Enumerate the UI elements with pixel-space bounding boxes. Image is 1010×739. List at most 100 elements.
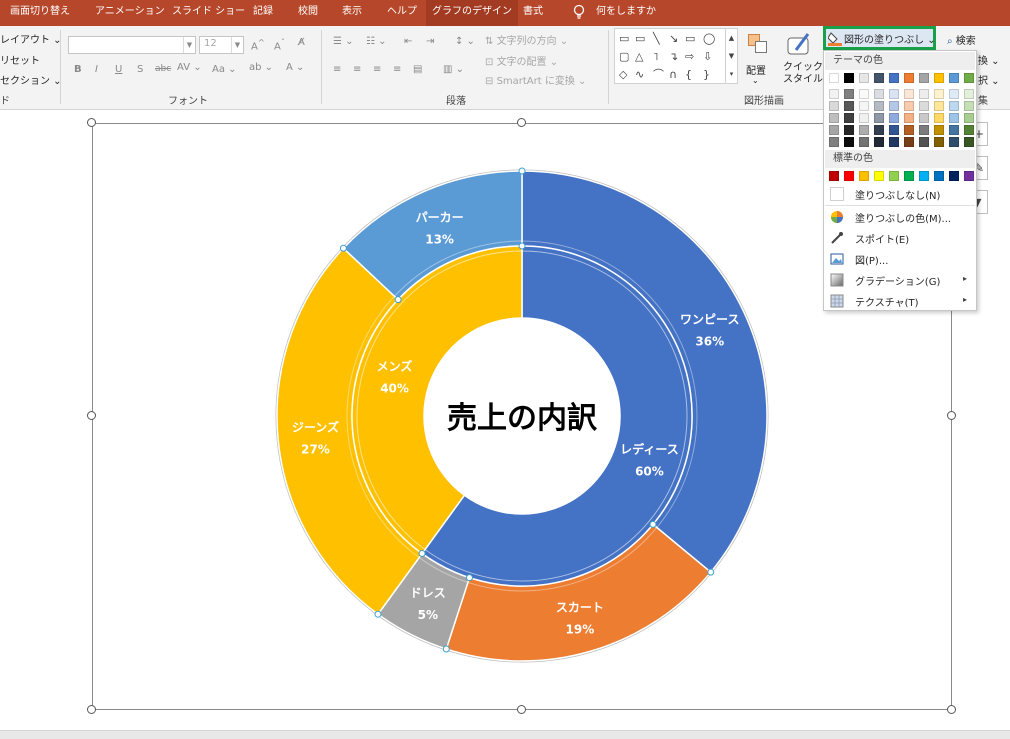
theme-color-swatch[interactable] xyxy=(904,73,914,83)
theme-shade-swatch[interactable] xyxy=(904,89,914,99)
standard-colors-header: 標準の色 xyxy=(825,150,975,168)
theme-shade-swatch[interactable] xyxy=(859,101,869,111)
theme-color-swatch[interactable] xyxy=(859,73,869,83)
theme-shade-swatch[interactable] xyxy=(829,113,839,123)
theme-shade-swatch[interactable] xyxy=(919,101,929,111)
theme-shade-swatch[interactable] xyxy=(919,113,929,123)
theme-shade-swatch[interactable] xyxy=(919,89,929,99)
theme-shade-swatch[interactable] xyxy=(829,125,839,135)
theme-shade-swatch[interactable] xyxy=(829,89,839,99)
standard-color-swatch[interactable] xyxy=(934,171,944,181)
no-fill-item[interactable]: 塗りつぶしなし(N) xyxy=(825,184,975,204)
fill-menu-item-label: テクスチャ(T) xyxy=(855,298,919,309)
theme-shade-swatch[interactable] xyxy=(889,125,899,135)
eyedropper-icon xyxy=(831,232,843,244)
standard-color-swatch[interactable] xyxy=(949,171,959,181)
theme-shade-swatch[interactable] xyxy=(964,101,974,111)
fill-menu-item-label: 図(P)... xyxy=(855,256,889,267)
theme-color-swatch[interactable] xyxy=(889,73,899,83)
theme-shade-swatch[interactable] xyxy=(859,137,869,147)
segment-handle[interactable] xyxy=(374,610,382,618)
standard-color-swatch[interactable] xyxy=(874,171,884,181)
theme-shade-swatch[interactable] xyxy=(919,137,929,147)
standard-color-swatch[interactable] xyxy=(889,171,899,181)
theme-shade-swatch[interactable] xyxy=(904,101,914,111)
fill-menu-item[interactable]: 塗りつぶしの色(M)... xyxy=(825,207,975,227)
theme-shade-swatch[interactable] xyxy=(964,89,974,99)
theme-shade-swatch[interactable] xyxy=(964,125,974,135)
standard-color-swatch[interactable] xyxy=(859,171,869,181)
gradient-icon xyxy=(830,273,844,287)
theme-shade-swatch[interactable] xyxy=(889,101,899,111)
segment-handle[interactable] xyxy=(707,568,715,576)
theme-shade-swatch[interactable] xyxy=(949,113,959,123)
theme-shade-swatch[interactable] xyxy=(874,125,884,135)
theme-shade-swatch[interactable] xyxy=(934,137,944,147)
standard-color-swatch[interactable] xyxy=(904,171,914,181)
theme-shade-swatch[interactable] xyxy=(949,89,959,99)
theme-colors-header: テーマの色 xyxy=(825,52,975,70)
theme-shade-swatch[interactable] xyxy=(904,113,914,123)
theme-color-swatch[interactable] xyxy=(844,73,854,83)
theme-color-swatch[interactable] xyxy=(949,73,959,83)
segment-handle[interactable] xyxy=(442,645,450,653)
segment-handle[interactable] xyxy=(465,574,473,582)
theme-color-swatch[interactable] xyxy=(964,73,974,83)
theme-shade-swatch[interactable] xyxy=(844,113,854,123)
theme-shade-swatch[interactable] xyxy=(859,113,869,123)
theme-shade-swatch[interactable] xyxy=(829,137,839,147)
status-strip xyxy=(0,730,1010,739)
theme-shade-swatch[interactable] xyxy=(889,89,899,99)
fill-menu-item[interactable]: 図(P)... xyxy=(825,249,975,269)
theme-shade-swatch[interactable] xyxy=(874,137,884,147)
theme-color-swatch[interactable] xyxy=(829,73,839,83)
theme-shade-swatch[interactable] xyxy=(934,113,944,123)
segment-handle[interactable] xyxy=(518,167,526,175)
standard-color-swatch[interactable] xyxy=(964,171,974,181)
segment-handle[interactable] xyxy=(649,520,657,528)
theme-shade-swatch[interactable] xyxy=(934,125,944,135)
segment-handle[interactable] xyxy=(339,244,347,252)
segment-handle[interactable] xyxy=(394,296,402,304)
fill-menu-item[interactable]: グラデーション(G) ▸ xyxy=(825,270,975,290)
theme-shade-swatch[interactable] xyxy=(844,125,854,135)
standard-color-swatch[interactable] xyxy=(844,171,854,181)
theme-shade-swatch[interactable] xyxy=(844,137,854,147)
theme-shade-swatch[interactable] xyxy=(859,89,869,99)
theme-shade-swatch[interactable] xyxy=(949,101,959,111)
theme-shade-swatch[interactable] xyxy=(859,125,869,135)
outer-ring-percent: 13% xyxy=(425,233,454,247)
no-fill-icon xyxy=(830,187,844,201)
fill-menu-item[interactable]: テクスチャ(T) ▸ xyxy=(825,291,975,311)
standard-color-swatch[interactable] xyxy=(829,171,839,181)
theme-shade-swatch[interactable] xyxy=(934,89,944,99)
segment-handle[interactable] xyxy=(518,242,526,250)
theme-shade-swatch[interactable] xyxy=(874,113,884,123)
theme-color-swatch[interactable] xyxy=(919,73,929,83)
theme-shade-swatch[interactable] xyxy=(934,101,944,111)
theme-shade-swatch[interactable] xyxy=(874,89,884,99)
theme-shade-swatch[interactable] xyxy=(829,101,839,111)
theme-shade-swatch[interactable] xyxy=(964,137,974,147)
theme-shade-swatch[interactable] xyxy=(844,89,854,99)
inner-ring-label: レディース xyxy=(620,441,679,456)
theme-color-swatch[interactable] xyxy=(874,73,884,83)
theme-shade-swatch[interactable] xyxy=(874,101,884,111)
segment-handle[interactable] xyxy=(418,550,426,558)
theme-shade-swatch[interactable] xyxy=(904,137,914,147)
theme-shade-swatch[interactable] xyxy=(844,101,854,111)
theme-shade-swatch[interactable] xyxy=(919,125,929,135)
theme-shade-swatch[interactable] xyxy=(949,125,959,135)
fill-menu-item[interactable]: スポイト(E) xyxy=(825,228,975,248)
texture-icon xyxy=(830,294,844,308)
theme-shade-swatch[interactable] xyxy=(889,137,899,147)
standard-color-swatch[interactable] xyxy=(919,171,929,181)
theme-shade-swatch[interactable] xyxy=(904,125,914,135)
shape-fill-menu: テーマの色 標準の色 塗りつぶしなし(N) 塗りつぶしの色(M)... スポイト(… xyxy=(823,50,977,311)
outer-ring-label: ワンピース xyxy=(680,313,739,327)
theme-shade-swatch[interactable] xyxy=(889,113,899,123)
theme-shade-swatch[interactable] xyxy=(949,137,959,147)
theme-shade-swatch[interactable] xyxy=(964,113,974,123)
submenu-arrow-icon: ▸ xyxy=(962,274,967,283)
theme-color-swatch[interactable] xyxy=(934,73,944,83)
